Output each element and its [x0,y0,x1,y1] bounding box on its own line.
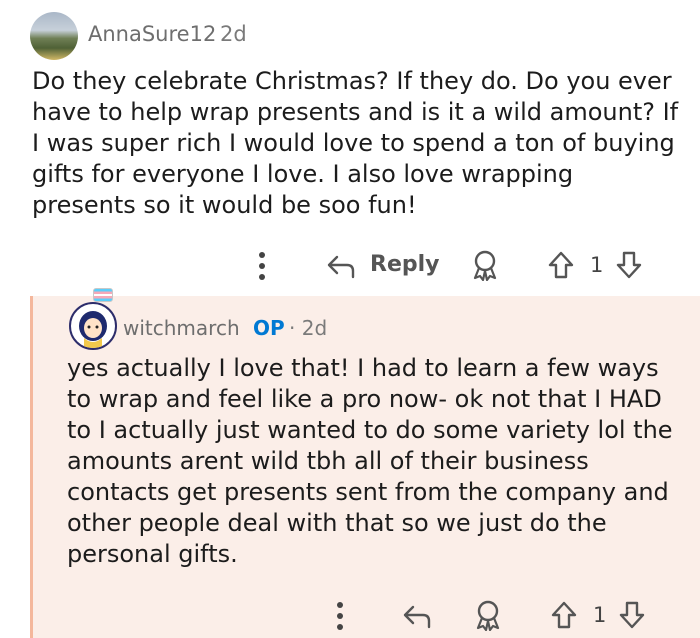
op-badge: OP [253,316,285,340]
downvote-arrow-icon[interactable] [615,250,643,280]
reply-button[interactable]: Reply [370,252,440,277]
reply-arrow-icon[interactable] [325,251,357,281]
award-icon[interactable] [470,249,500,281]
comment-body: Do they celebrate Christmas? If they do.… [32,67,679,219]
reply-arrow-icon[interactable] [401,601,433,631]
comment: AnnaSure12 2d Do they celebrate Christma… [0,0,700,300]
award-icon[interactable] [473,599,503,631]
upvote-arrow-icon[interactable] [547,250,575,280]
avatar-illustration-icon [79,311,107,348]
trans-flag-icon [93,288,113,302]
avatar[interactable] [30,12,78,60]
vote-count: 1 [593,603,607,627]
username[interactable]: witchmarch [123,316,240,340]
reply-body: yes actually I love that! I had to learn… [67,354,673,568]
reply-thread: witchmarch OP · 2d yes actually I love t… [30,288,700,638]
timestamp: 2d [220,22,247,46]
reply-actions: 1 [3,596,700,636]
avatar[interactable] [69,302,117,350]
vote-count: 1 [590,253,604,277]
timestamp: · 2d [289,316,328,340]
downvote-arrow-icon[interactable] [618,600,646,630]
more-vertical-icon[interactable] [336,601,344,631]
upvote-arrow-icon[interactable] [550,600,578,630]
comment-actions: Reply 1 [0,246,700,286]
more-vertical-icon[interactable] [258,251,266,281]
username[interactable]: AnnaSure12 [88,22,216,46]
